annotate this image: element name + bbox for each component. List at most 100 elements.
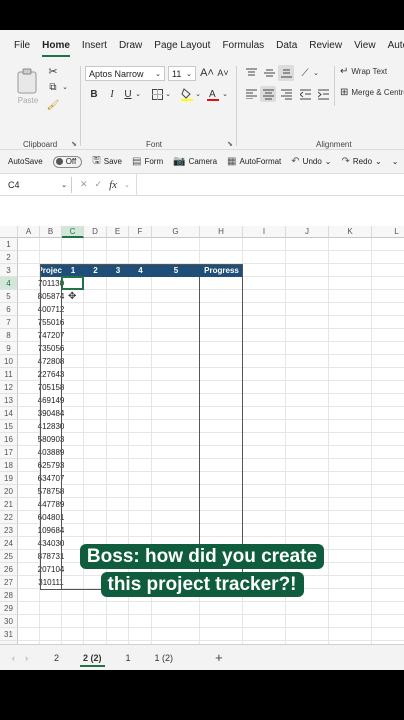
- camera-button[interactable]: 📷 Camera: [173, 156, 217, 167]
- project-id-cell[interactable]: 580903: [38, 433, 64, 446]
- sheet-tab[interactable]: 1: [123, 649, 134, 667]
- row-header-24[interactable]: 24: [0, 537, 18, 550]
- project-id-cell[interactable]: 805874: [38, 290, 64, 303]
- row-header-27[interactable]: 27: [0, 576, 18, 589]
- row-header-4[interactable]: 4: [0, 277, 18, 290]
- row-header-1[interactable]: 1: [0, 238, 18, 251]
- column-header-a[interactable]: A: [18, 226, 40, 238]
- tab-draw[interactable]: Draw: [119, 34, 142, 57]
- row-header-2[interactable]: 2: [0, 251, 18, 264]
- increase-indent-button[interactable]: [316, 87, 330, 101]
- column-header-k[interactable]: K: [329, 226, 372, 238]
- project-id-cell[interactable]: 735056: [38, 342, 64, 355]
- cancel-icon[interactable]: ✕: [80, 179, 88, 190]
- font-name-select[interactable]: Aptos Narrow ⌄: [85, 66, 165, 81]
- increase-font-button[interactable]: A˄: [200, 65, 214, 81]
- row-header-23[interactable]: 23: [0, 524, 18, 537]
- copy-icon[interactable]: ⧉: [46, 80, 60, 94]
- row-header-26[interactable]: 26: [0, 563, 18, 576]
- chevron-down-icon[interactable]: ⌄: [60, 82, 70, 92]
- row-header-30[interactable]: 30: [0, 615, 18, 628]
- align-center-button[interactable]: [260, 86, 276, 102]
- column-header-b[interactable]: B: [40, 226, 62, 238]
- sheet-tab[interactable]: 2 (2): [80, 649, 105, 667]
- paste-button[interactable]: [12, 64, 42, 98]
- row-header-16[interactable]: 16: [0, 433, 18, 446]
- wrap-text-button[interactable]: ↵ Wrap Text: [340, 66, 387, 77]
- row-header-5[interactable]: 5: [0, 290, 18, 303]
- project-id-cell[interactable]: 390484: [38, 407, 64, 420]
- dialog-launcher-icon[interactable]: ⬊: [226, 140, 234, 148]
- project-id-cell[interactable]: 400712: [38, 303, 64, 316]
- project-id-cell[interactable]: 447789: [38, 498, 64, 511]
- fill-color-button[interactable]: [180, 86, 194, 102]
- add-sheet-button[interactable]: +: [215, 650, 223, 665]
- row-header-25[interactable]: 25: [0, 550, 18, 563]
- next-sheet-icon[interactable]: ›: [25, 653, 28, 663]
- column-header-i[interactable]: I: [243, 226, 286, 238]
- autoformat-button[interactable]: ▦ AutoFormat: [227, 156, 281, 167]
- column-header-c[interactable]: C: [62, 226, 84, 238]
- tab-view[interactable]: View: [354, 34, 376, 57]
- active-cell-selection[interactable]: [61, 276, 84, 290]
- row-header-20[interactable]: 20: [0, 485, 18, 498]
- project-id-cell[interactable]: 403889: [38, 446, 64, 459]
- chevron-down-icon[interactable]: ⌄: [164, 89, 172, 99]
- orientation-button[interactable]: ⟋: [298, 66, 312, 80]
- borders-button[interactable]: [150, 87, 164, 101]
- row-header-8[interactable]: 8: [0, 329, 18, 342]
- column-header-d[interactable]: D: [84, 226, 107, 238]
- project-id-cell[interactable]: 227643: [38, 368, 64, 381]
- font-size-select[interactable]: 11 ⌄: [168, 66, 196, 81]
- project-id-cell[interactable]: 578758: [38, 485, 64, 498]
- redo-button[interactable]: ↷ Redo ⌄: [342, 156, 382, 167]
- align-middle-button[interactable]: [262, 66, 276, 80]
- column-header-f[interactable]: F: [129, 226, 152, 238]
- column-header-j[interactable]: J: [286, 226, 329, 238]
- merge-center-button[interactable]: ⊞ Merge & Centre: [340, 87, 404, 98]
- project-id-cell[interactable]: 634707: [38, 472, 64, 485]
- underline-button[interactable]: U: [121, 87, 135, 101]
- chevron-down-icon[interactable]: ⌄: [124, 181, 130, 189]
- tab-insert[interactable]: Insert: [82, 34, 107, 57]
- customize-toolbar-button[interactable]: ⌄: [392, 157, 399, 166]
- tab-review[interactable]: Review: [309, 34, 342, 57]
- project-id-cell[interactable]: 472808: [38, 355, 64, 368]
- tab-data[interactable]: Data: [276, 34, 297, 57]
- tab-automate[interactable]: Automate: [388, 34, 404, 57]
- project-id-cell[interactable]: 625793: [38, 459, 64, 472]
- chevron-down-icon[interactable]: ⌄: [312, 68, 320, 78]
- sheet-tab[interactable]: 2: [51, 649, 62, 667]
- column-header-h[interactable]: H: [200, 226, 243, 238]
- row-header-22[interactable]: 22: [0, 511, 18, 524]
- row-header-29[interactable]: 29: [0, 602, 18, 615]
- project-id-cell[interactable]: 701130: [38, 277, 64, 290]
- decrease-font-button[interactable]: A˅: [216, 65, 230, 81]
- column-header-g[interactable]: G: [152, 226, 200, 238]
- confirm-icon[interactable]: ✓: [95, 179, 103, 190]
- formula-input[interactable]: [135, 174, 404, 195]
- row-header-13[interactable]: 13: [0, 394, 18, 407]
- chevron-down-icon[interactable]: ⌄: [194, 89, 202, 99]
- align-top-button[interactable]: [244, 66, 258, 80]
- row-header-14[interactable]: 14: [0, 407, 18, 420]
- tab-home[interactable]: Home: [42, 34, 70, 57]
- align-bottom-button[interactable]: [278, 65, 294, 81]
- save-button[interactable]: 🖫 Save: [92, 153, 122, 170]
- row-header-17[interactable]: 17: [0, 446, 18, 459]
- row-header-21[interactable]: 21: [0, 498, 18, 511]
- row-header-3[interactable]: 3: [0, 264, 18, 277]
- cut-icon[interactable]: ✂: [46, 64, 60, 78]
- select-all-corner[interactable]: [0, 226, 18, 238]
- chevron-down-icon[interactable]: ⌄: [221, 89, 229, 99]
- row-header-19[interactable]: 19: [0, 472, 18, 485]
- dialog-launcher-icon[interactable]: ⬊: [70, 140, 78, 148]
- row-header-11[interactable]: 11: [0, 368, 18, 381]
- row-header-18[interactable]: 18: [0, 459, 18, 472]
- project-id-cell[interactable]: 705158: [38, 381, 64, 394]
- form-button[interactable]: ▤ Form: [132, 156, 163, 167]
- tab-formulas[interactable]: Formulas: [222, 34, 264, 57]
- format-painter-icon[interactable]: 🖌: [46, 98, 60, 112]
- autosave-toggle[interactable]: Off: [52, 155, 83, 168]
- row-header-10[interactable]: 10: [0, 355, 18, 368]
